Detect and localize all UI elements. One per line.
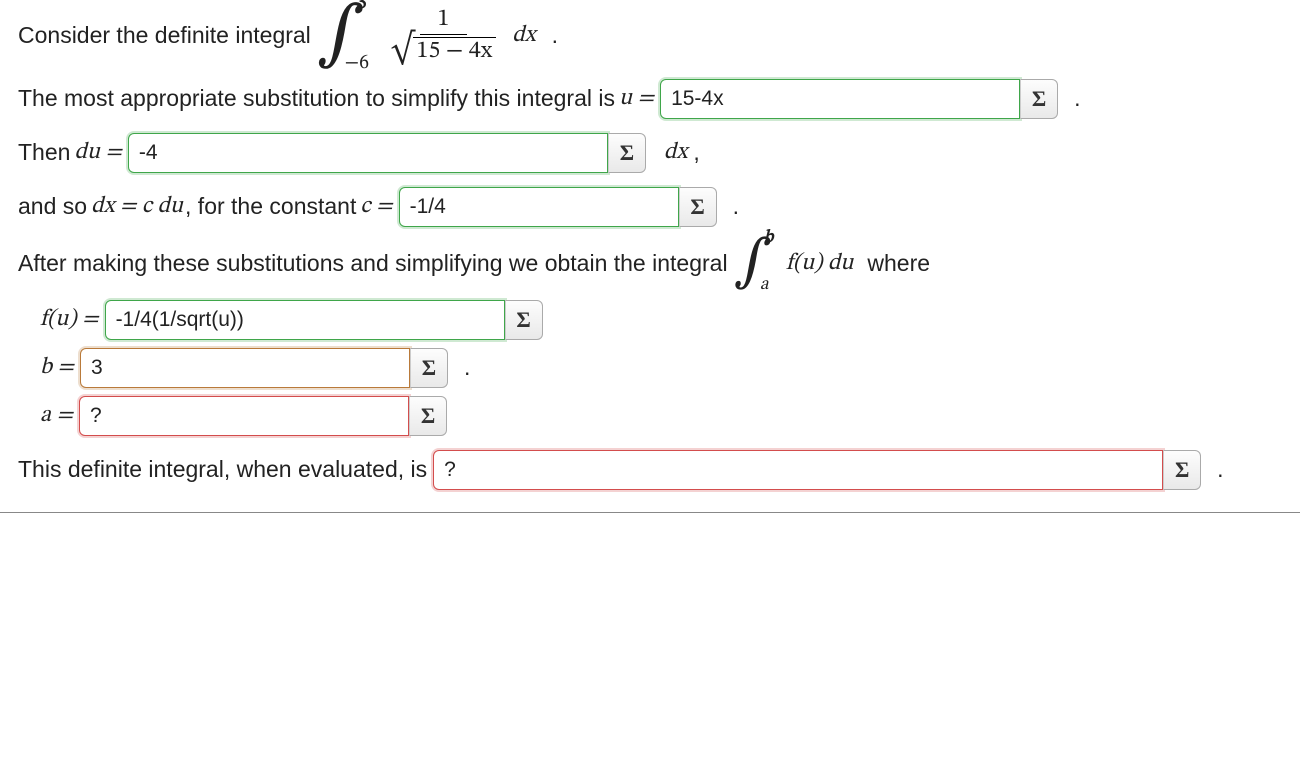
du-row: Then du = Σ dx ,: [18, 133, 1288, 173]
final-period: .: [1217, 456, 1223, 483]
c-input[interactable]: [399, 187, 679, 227]
sigma-button-final[interactable]: Σ: [1163, 450, 1201, 490]
du-prefix: Then: [18, 139, 70, 166]
b-lhs: b =: [40, 353, 74, 382]
integral-radicand: 15 − 4x: [413, 37, 497, 64]
result-intro-text: After making these substitutions and sim…: [18, 250, 728, 277]
int-u-integrand: f(u) du: [786, 249, 854, 278]
b-row: b = Σ .: [40, 348, 1288, 388]
du-comma: ,: [693, 139, 699, 166]
intro-period: .: [552, 22, 558, 49]
u-text: The most appropriate substitution to sim…: [18, 85, 615, 112]
u-period: .: [1074, 85, 1080, 112]
c-text1: and so: [18, 193, 87, 220]
du-trailing-math: dx: [664, 138, 687, 167]
int-u-upper: b: [764, 229, 773, 247]
integral-numerator: 1: [420, 6, 468, 35]
sigma-button-f[interactable]: Σ: [505, 300, 543, 340]
u-row: The most appropriate substitution to sim…: [18, 79, 1288, 119]
result-intro-trailing: where: [867, 250, 930, 277]
c-row: and so dx = c du , for the constant c = …: [18, 187, 1288, 227]
integral-lower: −6: [345, 53, 369, 73]
c-lhs: c =: [360, 192, 392, 221]
sigma-button-b[interactable]: Σ: [410, 348, 448, 388]
du-input[interactable]: [128, 133, 608, 173]
a-lhs: a =: [40, 401, 73, 430]
intro-row: Consider the definite integral ∫ 3 −6 1 …: [18, 6, 1288, 65]
integral-upper: 3: [357, 0, 367, 13]
final-input[interactable]: [433, 450, 1163, 490]
integral-main: ∫ 3 −6 1 √ 15 − 4x dx: [317, 6, 536, 65]
int-u-lower: a: [760, 276, 769, 294]
b-input[interactable]: [80, 348, 410, 388]
f-lhs: f(u) =: [40, 305, 99, 334]
u-lhs: u =: [619, 84, 654, 113]
a-input[interactable]: [79, 396, 409, 436]
du-lhs: du =: [74, 138, 121, 167]
integral-u: ∫ b a f(u) du: [734, 241, 854, 286]
c-mid-math: dx = c du: [91, 192, 183, 221]
a-row: a = Σ: [40, 396, 1288, 436]
sigma-button-a[interactable]: Σ: [409, 396, 447, 436]
sigma-button-u[interactable]: Σ: [1020, 79, 1058, 119]
c-period: .: [733, 193, 739, 220]
sigma-button-c[interactable]: Σ: [679, 187, 717, 227]
sigma-button-du[interactable]: Σ: [608, 133, 646, 173]
integral-dx: dx: [512, 21, 535, 50]
result-intro-row: After making these substitutions and sim…: [18, 241, 1288, 286]
final-row: This definite integral, when evaluated, …: [18, 450, 1288, 490]
f-input[interactable]: [105, 300, 505, 340]
c-text2: , for the constant: [185, 193, 356, 220]
final-text: This definite integral, when evaluated, …: [18, 456, 427, 483]
intro-text: Consider the definite integral: [18, 22, 311, 49]
b-period: .: [464, 354, 470, 381]
f-row: f(u) = Σ: [40, 300, 1288, 340]
u-input[interactable]: [660, 79, 1020, 119]
